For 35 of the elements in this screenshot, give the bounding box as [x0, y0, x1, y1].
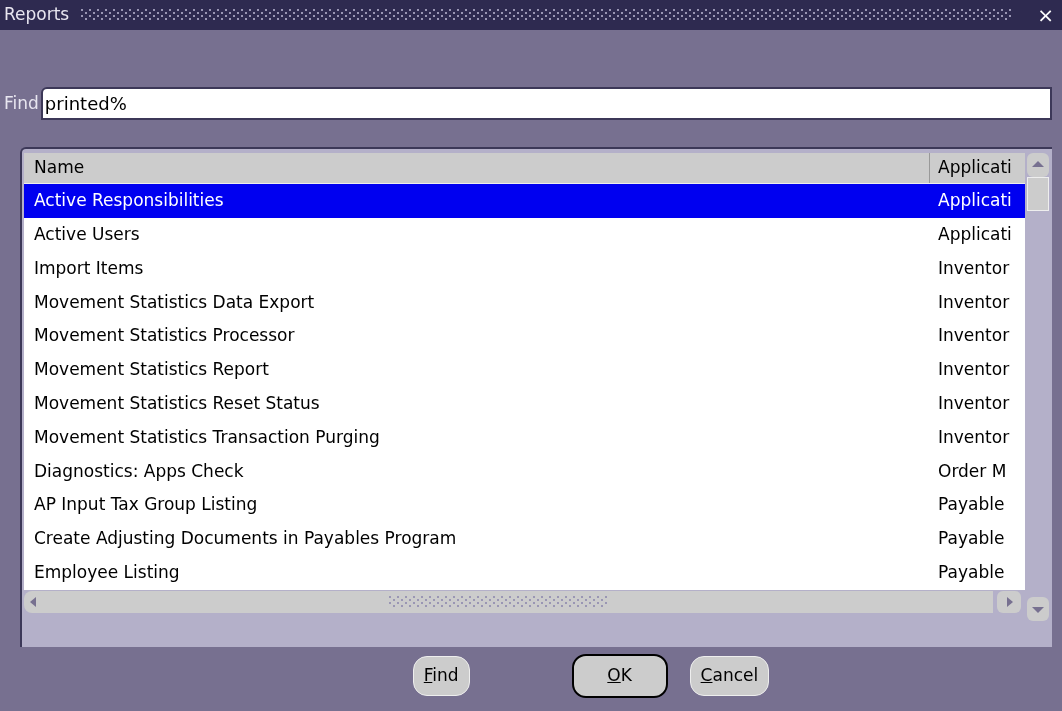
table-cell-text: Movement Statistics Processor — [33, 324, 296, 348]
table-cell-text: Diagnostics: Apps Check — [33, 459, 245, 483]
table-cell-text: Inventor — [937, 391, 1011, 415]
close-button[interactable]: × — [1037, 5, 1058, 25]
table-cell-text: Employee Listing — [33, 560, 181, 584]
table-cell-text: Payable — [937, 560, 1006, 584]
table-cell-text: Payable — [937, 493, 1006, 517]
column-header[interactable]: Name — [24, 153, 930, 183]
table-cell-text: Order M — [937, 459, 1008, 483]
table-cell-text: Movement Statistics Reset Status — [33, 391, 321, 415]
table-cell-text: Movement Statistics Transaction Purging — [33, 425, 381, 449]
table-cell-text: Movement Statistics Report — [33, 358, 270, 382]
table-cell-text: Inventor — [937, 324, 1011, 348]
table-cell-text: Create Adjusting Documents in Payables Program — [33, 527, 458, 551]
table-cell-text: Applicati — [937, 189, 1013, 213]
scroll-thumb[interactable] — [1026, 177, 1049, 211]
table-cell-text: Active Responsibilities — [33, 189, 225, 213]
find-label: Find — [4, 91, 40, 115]
table-cell-text: Applicati — [937, 222, 1013, 246]
dialog-button[interactable]: Find — [412, 656, 470, 696]
ok-button[interactable]: OK — [571, 654, 668, 698]
dialog-button[interactable]: Cancel — [689, 656, 770, 696]
table-cell-text: Inventor — [937, 290, 1011, 314]
find-field[interactable]: printed% — [40, 87, 1052, 120]
table-cell-text: AP Input Tax Group Listing — [33, 493, 259, 517]
table-cell-text: Inventor — [937, 256, 1011, 280]
table-cell-text: Payable — [937, 527, 1006, 551]
column-header[interactable]: Applicati — [930, 153, 1025, 183]
table-cell-text: Active Users — [33, 222, 141, 246]
table-row[interactable]: Active Responsibilities Applicati — [24, 184, 1025, 218]
table-cell-text: Inventor — [937, 425, 1011, 449]
window-title: Reports — [4, 3, 70, 27]
table-cell-text: Movement Statistics Data Export — [33, 290, 316, 314]
table-cell-text: Import Items — [33, 256, 145, 280]
table-cell-text: Inventor — [937, 358, 1011, 382]
